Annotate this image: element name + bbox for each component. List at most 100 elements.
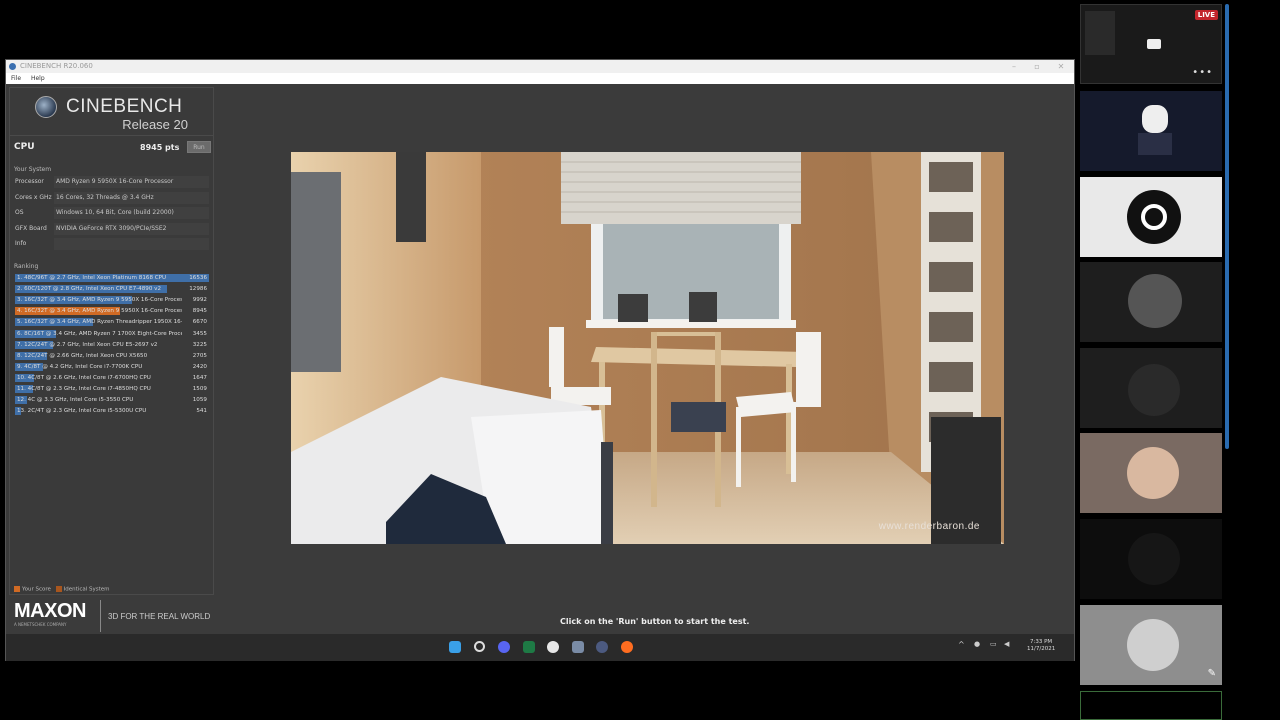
- system-info-key: Cores x GHz: [15, 193, 52, 201]
- ranking-cpu: 9. 4C/8T @ 4.2 GHz, Intel Core i7-7700K …: [17, 363, 143, 370]
- participant-tile-7[interactable]: ✎: [1080, 605, 1222, 685]
- system-info-key: Processor: [15, 178, 44, 185]
- participant-tile-8[interactable]: [1080, 691, 1222, 720]
- muted-icon: ✎: [1207, 668, 1216, 679]
- ranking-row[interactable]: 4. 16C/32T @ 3.4 GHz, AMD Ryzen 9 5950X …: [15, 306, 209, 316]
- system-info-value: NVIDIA GeForce RTX 3090/PCIe/SSE2: [54, 222, 209, 235]
- system-info-value: [54, 238, 209, 250]
- status-message: Click on the 'Run' button to start the t…: [560, 617, 750, 626]
- ranking-cpu: 3. 16C/32T @ 3.4 GHz, AMD Ryzen 9 5950X …: [17, 297, 182, 304]
- ranking-row[interactable]: 13. 2C/4T @ 2.3 GHz, Intel Core i5-5300U…: [15, 406, 209, 416]
- participant-tile-5[interactable]: [1080, 433, 1222, 513]
- ranking-cpu: 1. 48C/96T @ 2.7 GHz, Intel Xeon Platinu…: [17, 275, 167, 281]
- ranking-row[interactable]: 6. 8C/16T @ 3.4 GHz, AMD Ryzen 7 1700X E…: [15, 329, 209, 339]
- system-info-key: GFX Board: [15, 224, 47, 232]
- participant-tile-1[interactable]: [1080, 91, 1222, 171]
- system-info-value: Windows 10, 64 Bit, Core (build 22000): [54, 207, 209, 219]
- ranking-row[interactable]: 5. 16C/32T @ 3.4 GHz, AMD Ryzen Threadri…: [15, 317, 209, 327]
- identical-system-swatch: [55, 586, 62, 592]
- close-icon[interactable]: ✕: [1051, 60, 1071, 73]
- tray-time: 7:33 PM: [1030, 639, 1053, 645]
- ranking-row[interactable]: 7. 12C/24T @ 2.7 GHz, Intel Xeon CPU E5-…: [15, 340, 209, 350]
- sidebar-scrollbar[interactable]: [1225, 4, 1229, 449]
- ranking-score: 541: [196, 408, 207, 415]
- participant-tile-2[interactable]: [1080, 177, 1222, 257]
- ubuntu-ring: [1141, 204, 1167, 230]
- ranking-score: 2420: [192, 363, 207, 370]
- photos-icon[interactable]: [572, 641, 584, 653]
- system-info-key: Info: [15, 240, 27, 247]
- volume-icon[interactable]: ◀: [1004, 640, 1009, 648]
- maxon-logo: MAXON: [14, 600, 86, 622]
- results-panel: CINEBENCH Release 20 CPU 8945 pts Run Yo…: [9, 87, 214, 595]
- excel-icon[interactable]: [523, 641, 535, 653]
- system-info-row: OS Windows 10, 64 Bit, Core (build 22000): [12, 207, 211, 220]
- participant-avatar: [1127, 619, 1179, 671]
- obs-icon[interactable]: [547, 641, 559, 653]
- ranking-score: 6670: [192, 319, 207, 326]
- run-button[interactable]: Run: [187, 141, 211, 153]
- ranking-cpu: 2. 60C/120T @ 2.8 GHz, Intel Xeon CPU E7…: [17, 286, 162, 293]
- cinebench-taskbar-icon[interactable]: [596, 641, 608, 653]
- ranking-cpu: 10. 4C/8T @ 2.6 GHz, Intel Core i7-6700H…: [17, 374, 151, 381]
- footer-divider: [100, 600, 101, 632]
- ranking-score: 9992: [192, 297, 207, 304]
- ranking-row[interactable]: 12. 4C @ 3.3 GHz, Intel Core i5-3550 CPU…: [15, 395, 209, 405]
- tray-clock[interactable]: 7:33 PM 11/7/2021: [1027, 639, 1055, 653]
- ranking-score: 1647: [192, 374, 207, 381]
- minimize-icon[interactable]: –: [1004, 60, 1024, 73]
- system-info-row: Processor AMD Ryzen 9 5950X 16-Core Proce…: [12, 176, 211, 189]
- room-render-image: [291, 152, 1004, 544]
- ranking-row[interactable]: 11. 4C/8T @ 2.3 GHz, Intel Core i7-4850H…: [15, 384, 209, 394]
- cinebench-logo-icon: [35, 96, 57, 118]
- ranking-row[interactable]: 9. 4C/8T @ 4.2 GHz, Intel Core i7-7700K …: [15, 362, 209, 372]
- participant-tile-4[interactable]: [1080, 348, 1222, 428]
- participant-tile-6[interactable]: [1080, 519, 1222, 599]
- tray-chevron-icon[interactable]: ^: [958, 640, 965, 649]
- participant-avatar: [1128, 533, 1180, 585]
- ranking-row[interactable]: 8. 12C/24T @ 2.66 GHz, Intel Xeon CPU X5…: [15, 351, 209, 361]
- menu-bar: File Help: [6, 73, 1074, 84]
- participant-avatar: [1127, 447, 1179, 499]
- ranking-score: 3225: [192, 341, 207, 348]
- render-viewport: www.renderbaron.de: [291, 152, 1004, 544]
- ranking-title: Ranking: [14, 263, 39, 270]
- ranking-cpu: 11. 4C/8T @ 2.3 GHz, Intel Core i7-4850H…: [17, 386, 151, 392]
- system-info-value: AMD Ryzen 9 5950X 16-Core Processor: [54, 176, 209, 188]
- ranking-row[interactable]: 3. 16C/32T @ 3.4 GHz, AMD Ryzen 9 5950X …: [15, 295, 209, 305]
- your-system-title: Your System: [14, 166, 52, 173]
- taskbar: ^ ● ▭ ◀ 7:33 PM 11/7/2021: [6, 634, 1074, 661]
- ranking-row[interactable]: 1. 48C/96T @ 2.7 GHz, Intel Xeon Platinu…: [15, 273, 209, 283]
- network-icon[interactable]: ▭: [990, 640, 997, 648]
- stream-preview-tile[interactable]: LIVE •••: [1080, 4, 1222, 84]
- cpu-score: 8945 pts: [140, 143, 180, 152]
- menu-file[interactable]: File: [11, 75, 21, 82]
- participant-tile-3[interactable]: [1080, 262, 1222, 342]
- firefox-icon[interactable]: [621, 641, 633, 653]
- logo-name: CINEBENCH: [66, 96, 183, 117]
- participant-avatar: [1128, 364, 1180, 416]
- your-score-swatch: [14, 586, 20, 592]
- discord-icon[interactable]: [498, 641, 510, 653]
- ranking-cpu: 12. 4C @ 3.3 GHz, Intel Core i5-3550 CPU: [17, 397, 134, 404]
- ranking-score: 8945: [192, 308, 207, 315]
- system-info-row: Info: [12, 238, 211, 251]
- ranking-score: 16536: [189, 275, 207, 281]
- ranking-row[interactable]: 2. 60C/120T @ 2.8 GHz, Intel Xeon CPU E7…: [15, 284, 209, 294]
- maxon-tagline: 3D FOR THE REAL WORLD: [108, 612, 211, 621]
- screen: CINEBENCH R20.060 – ▫ ✕ File Help CINEBE…: [0, 0, 1280, 720]
- system-info-value: 16 Cores, 32 Threads @ 3.4 GHz: [54, 191, 209, 204]
- ranking-row[interactable]: 10. 4C/8T @ 2.6 GHz, Intel Core i7-6700H…: [15, 373, 209, 383]
- legend-your-score: Your Score: [22, 586, 51, 593]
- windows-start-icon[interactable]: [449, 641, 461, 653]
- window-title: CINEBENCH R20.060: [20, 62, 93, 70]
- menu-help[interactable]: Help: [31, 75, 45, 82]
- ranking-score: 1059: [192, 397, 207, 404]
- microphone-icon[interactable]: ●: [974, 640, 980, 648]
- more-options-icon[interactable]: •••: [1192, 67, 1213, 78]
- cinebench-window: CINEBENCH R20.060 – ▫ ✕ File Help CINEBE…: [5, 59, 1075, 661]
- cinebench-logo: CINEBENCH Release 20: [10, 88, 213, 136]
- participant-avatar: [1128, 274, 1182, 328]
- maximize-icon[interactable]: ▫: [1027, 60, 1047, 73]
- search-icon[interactable]: [474, 641, 485, 652]
